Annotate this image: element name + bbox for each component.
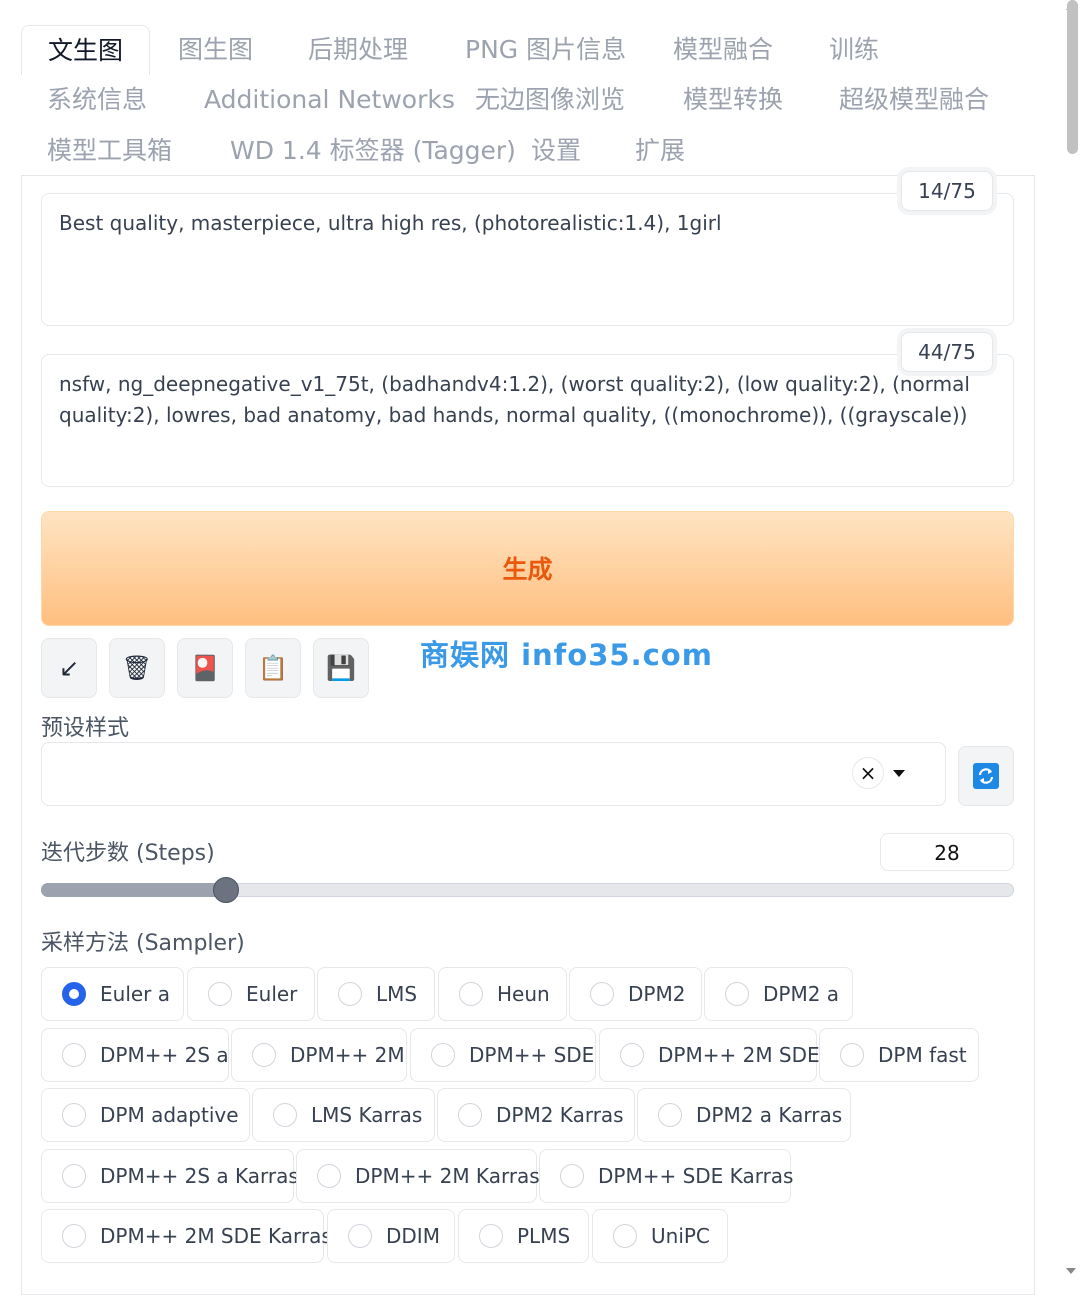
tab-infinite-image-browsing[interactable]: 无边图像浏览 bbox=[449, 75, 651, 125]
radio-dot bbox=[348, 1224, 372, 1248]
negative-prompt-token-counter: 44/75 bbox=[901, 332, 993, 372]
clipboard-icon: 📋 bbox=[258, 654, 288, 682]
sampler-option-dpm2-a-karras[interactable]: DPM2 a Karras bbox=[637, 1088, 851, 1142]
styles-dropdown[interactable] bbox=[41, 742, 946, 806]
negative-prompt-input[interactable]: nsfw, ng_deepnegative_v1_75t, (badhandv4… bbox=[41, 354, 1014, 487]
tab-extensions[interactable]: 扩展 bbox=[609, 126, 711, 176]
red-card-icon: 🎴 bbox=[190, 654, 220, 682]
sampler-option-lms-karras[interactable]: LMS Karras bbox=[252, 1088, 435, 1142]
trash-icon: 🗑 bbox=[121, 654, 153, 682]
radio-dot bbox=[62, 1164, 86, 1188]
radio-dot bbox=[613, 1224, 637, 1248]
styles-label: 预设样式 bbox=[41, 716, 130, 741]
sampler-option-dpmpp-2s-a-karras[interactable]: DPM++ 2S a Karras bbox=[41, 1149, 299, 1203]
sampler-label: 采样方法 (Sampler) bbox=[41, 931, 245, 956]
clear-prompt-button[interactable]: 🗑 bbox=[109, 638, 165, 698]
steps-label: 迭代步数 (Steps) bbox=[41, 841, 215, 866]
sampler-option-heun[interactable]: Heun bbox=[438, 967, 567, 1021]
radio-dot bbox=[62, 1224, 86, 1248]
tab-system-info[interactable]: 系统信息 bbox=[21, 75, 173, 125]
radio-dot bbox=[62, 982, 86, 1006]
chevron-down-icon[interactable] bbox=[893, 770, 905, 777]
scrollbar-thumb[interactable] bbox=[1067, 0, 1078, 154]
radio-dot bbox=[62, 1103, 86, 1127]
steps-number-input[interactable]: 28 bbox=[880, 833, 1014, 871]
sampler-option-dpm-adaptive[interactable]: DPM adaptive bbox=[41, 1088, 250, 1142]
tab-txt2img[interactable]: 文生图 bbox=[21, 25, 151, 75]
radio-dot bbox=[208, 982, 232, 1006]
sampler-option-dpmpp-sde-karras[interactable]: DPM++ SDE Karras bbox=[539, 1149, 793, 1203]
tab-model-converter[interactable]: 模型转换 bbox=[657, 75, 809, 125]
sampler-option-dpmpp-2m-sde[interactable]: DPM++ 2M SDE bbox=[599, 1028, 820, 1082]
tab-model-toolkit[interactable]: 模型工具箱 bbox=[21, 126, 198, 176]
sampler-option-euler[interactable]: Euler bbox=[187, 967, 315, 1021]
arrow-down-left-icon: ↙ bbox=[58, 654, 80, 682]
prompt-token-counter: 14/75 bbox=[901, 171, 993, 211]
watermark: 商娱网 info35.com bbox=[420, 638, 713, 672]
radio-dot bbox=[658, 1103, 682, 1127]
apply-style-button[interactable]: 📋 bbox=[245, 638, 301, 698]
tab-png-info[interactable]: PNG 图片信息 bbox=[439, 25, 652, 75]
radio-dot bbox=[590, 982, 614, 1006]
read-params-button[interactable]: ↙ bbox=[41, 638, 97, 698]
sampler-option-dpm2[interactable]: DPM2 bbox=[569, 967, 702, 1021]
tab-super-merger[interactable]: 超级模型融合 bbox=[813, 75, 1015, 125]
sampler-option-dpm2-a[interactable]: DPM2 a bbox=[704, 967, 853, 1021]
show-extra-networks-button[interactable]: 🎴 bbox=[177, 638, 233, 698]
tab-img2img[interactable]: 图生图 bbox=[152, 25, 279, 75]
page-scrollbar[interactable] bbox=[1060, 0, 1080, 1283]
save-style-button[interactable]: 💾 bbox=[313, 638, 369, 698]
steps-slider-thumb[interactable] bbox=[212, 877, 239, 903]
tab-extras[interactable]: 后期处理 bbox=[282, 25, 434, 75]
scroll-down-arrow-icon[interactable] bbox=[1066, 1268, 1076, 1274]
radio-dot bbox=[317, 1164, 341, 1188]
radio-dot bbox=[273, 1103, 297, 1127]
floppy-disk-icon: 💾 bbox=[326, 654, 356, 682]
clear-icon[interactable]: × bbox=[852, 757, 884, 789]
sampler-option-dpmpp-2m-sde-karras[interactable]: DPM++ 2M SDE Karras bbox=[41, 1209, 332, 1263]
radio-dot bbox=[252, 1043, 276, 1067]
sampler-option-dpm-fast[interactable]: DPM fast bbox=[819, 1028, 979, 1082]
radio-dot bbox=[620, 1043, 644, 1067]
sampler-option-dpmpp-2m-karras[interactable]: DPM++ 2M Karras bbox=[296, 1149, 540, 1203]
radio-dot bbox=[62, 1043, 86, 1067]
tab-tagger[interactable]: WD 1.4 标签器 (Tagger) bbox=[204, 126, 542, 176]
sampler-option-ddim[interactable]: DDIM bbox=[327, 1209, 455, 1263]
tab-checkpoint-merger[interactable]: 模型融合 bbox=[647, 25, 799, 75]
tab-train[interactable]: 训练 bbox=[803, 25, 905, 75]
sampler-option-lms[interactable]: LMS bbox=[317, 967, 435, 1021]
radio-dot bbox=[431, 1043, 455, 1067]
radio-dot bbox=[560, 1164, 584, 1188]
radio-dot bbox=[458, 1103, 482, 1127]
steps-slider-fill bbox=[41, 883, 226, 897]
radio-dot bbox=[725, 982, 749, 1006]
radio-dot bbox=[479, 1224, 503, 1248]
radio-dot bbox=[840, 1043, 864, 1067]
sampler-option-dpmpp-2m[interactable]: DPM++ 2M bbox=[231, 1028, 407, 1082]
sampler-option-dpm2-karras[interactable]: DPM2 Karras bbox=[437, 1088, 635, 1142]
refresh-icon bbox=[973, 763, 999, 789]
sampler-option-euler-a[interactable]: Euler a bbox=[41, 967, 184, 1021]
radio-dot bbox=[338, 982, 362, 1006]
tab-settings[interactable]: 设置 bbox=[505, 126, 607, 176]
sampler-option-dpmpp-sde[interactable]: DPM++ SDE bbox=[410, 1028, 596, 1082]
sampler-option-unipc[interactable]: UniPC bbox=[592, 1209, 728, 1263]
sampler-option-dpmpp-2s-a[interactable]: DPM++ 2S a bbox=[41, 1028, 229, 1082]
refresh-styles-button[interactable] bbox=[958, 746, 1014, 806]
tab-additional-networks[interactable]: Additional Networks bbox=[178, 75, 481, 125]
generate-button[interactable]: 生成 bbox=[41, 511, 1014, 626]
radio-dot bbox=[459, 982, 483, 1006]
prompt-input[interactable]: Best quality, masterpiece, ultra high re… bbox=[41, 193, 1014, 326]
sampler-option-plms[interactable]: PLMS bbox=[458, 1209, 589, 1263]
